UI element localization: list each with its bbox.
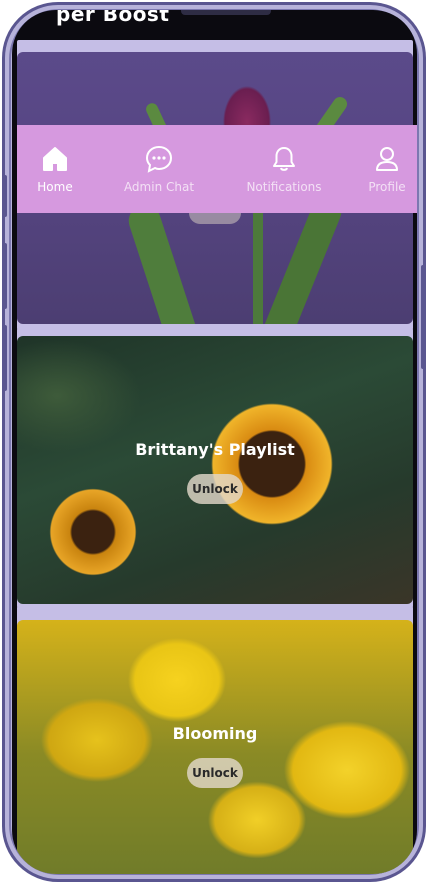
card-sunflower-frame: Brittany's Playlist Unlock	[17, 328, 413, 608]
nav-item-profile[interactable]: Profile	[357, 125, 417, 213]
chat-bubble-icon	[145, 145, 173, 173]
user-icon	[376, 147, 398, 171]
nav-item-admin-chat[interactable]: Admin Chat	[113, 125, 205, 213]
phone-volume-up-button	[2, 243, 7, 309]
phone-power-button	[421, 265, 426, 369]
top-notch	[181, 10, 271, 15]
tulip-leaf	[124, 200, 202, 324]
card-title: Blooming	[172, 724, 258, 743]
phone-volume-down-button	[2, 325, 7, 391]
card-daffodil[interactable]: Blooming Unlock	[17, 620, 413, 874]
unlock-button[interactable]: Unlock	[187, 758, 243, 788]
card-sunflower[interactable]: Brittany's Playlist Unlock	[17, 336, 413, 604]
phone-side-button	[2, 175, 7, 217]
bottom-nav-bar: Home Admin Chat Notifications Profile	[17, 125, 417, 213]
nav-label-admin-chat: Admin Chat	[123, 180, 195, 194]
card-daffodil-frame: Blooming Unlock	[17, 606, 413, 874]
card-title: Brittany's Playlist	[135, 440, 295, 459]
nav-item-home[interactable]: Home	[25, 125, 85, 213]
page-title: per Boost	[56, 10, 170, 26]
bell-icon	[273, 147, 295, 171]
nav-label-notifications: Notifications	[246, 180, 322, 194]
unlock-button[interactable]: Unlock	[187, 474, 243, 504]
nav-label-home: Home	[37, 180, 73, 194]
home-icon	[43, 147, 67, 171]
nav-label-profile: Profile	[368, 180, 406, 194]
nav-item-notifications[interactable]: Notifications	[229, 125, 339, 213]
app-screen: per Boost Brittany's Playlist Unlock Blo…	[12, 10, 417, 874]
